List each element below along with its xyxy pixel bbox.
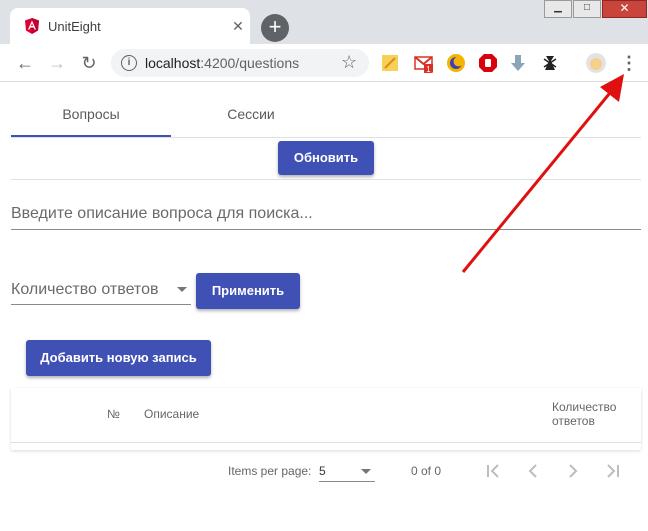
paginator: Items per page: 5 0 of 0 [11,452,641,492]
angular-icon [25,18,39,34]
tab-close-icon[interactable]: ✕ [230,18,246,34]
info-icon[interactable]: i [121,55,137,71]
url-text[interactable]: localhost:4200/questions [145,55,299,71]
page-size-select[interactable]: 5 [319,460,375,482]
column-header-answers-line2: ответов [552,414,595,428]
minimize-button[interactable]: ▁ [544,0,572,18]
browser-titlebar: UnitEight ✕ + ▁ □ ✕ [0,0,648,44]
bookmark-star-icon[interactable]: ☆ [341,52,357,73]
column-header-number[interactable]: № [107,407,120,421]
back-icon[interactable]: ← [14,52,36,74]
chess-extension-icon[interactable] [540,53,560,73]
first-page-icon[interactable] [480,458,506,484]
next-page-icon[interactable] [560,458,586,484]
page-size-value: 5 [319,464,326,478]
items-per-page-label: Items per page: [228,464,312,478]
address-bar[interactable]: i localhost:4200/questions ☆ [111,49,369,77]
profile-avatar[interactable] [586,53,606,73]
browser-tab[interactable]: UnitEight ✕ [10,8,250,44]
last-page-icon[interactable] [600,458,626,484]
tab-title: UnitEight [48,19,101,34]
chevron-down-icon [177,287,187,292]
column-header-answers[interactable]: Количество ответов [552,400,616,428]
questions-table: № Описание Количество ответов [11,388,641,450]
header-divider [11,442,641,443]
chevron-down-icon [361,469,371,474]
divider [11,179,641,180]
reload-icon[interactable]: ↻ [78,52,100,74]
answers-count-select[interactable]: Количество ответов [11,277,191,305]
menu-kebab-icon[interactable]: ⋮ [620,53,638,73]
refresh-button[interactable]: Обновить [278,141,374,175]
tab-bar: Вопросы Сессии [11,94,641,138]
column-header-answers-line1: Количество [552,400,617,414]
search-input[interactable]: Введите описание вопроса для поиска... [11,200,641,230]
url-path: :4200/questions [200,55,300,71]
screenshot-root: UnitEight ✕ + ▁ □ ✕ ← → ↻ i localhost:42… [0,0,648,531]
apply-button[interactable]: Применить [196,273,300,309]
tab-questions[interactable]: Вопросы [11,94,171,137]
browser-toolbar: ← → ↻ i localhost:4200/questions ☆ 1 ⋮ [0,44,648,82]
moon-extension-icon[interactable] [446,53,466,73]
previous-page-icon[interactable] [520,458,546,484]
tab-sessions[interactable]: Сессии [171,94,331,137]
close-window-button[interactable]: ✕ [602,0,647,18]
forward-icon[interactable]: → [46,52,68,74]
add-record-button[interactable]: Добавить новую запись [26,340,211,376]
window-controls: ▁ □ ✕ [544,0,648,20]
url-host: localhost [145,55,201,71]
adblock-icon[interactable] [478,53,498,73]
gmail-extension-icon[interactable]: 1 [414,53,434,73]
svg-text:1: 1 [426,65,431,73]
download-icon[interactable] [508,53,528,73]
range-label: 0 of 0 [411,464,442,478]
new-tab-button[interactable]: + [261,14,289,42]
answers-count-placeholder: Количество ответов [11,281,159,298]
column-header-description[interactable]: Описание [144,407,199,421]
notes-extension-icon[interactable] [380,53,400,73]
maximize-button[interactable]: □ [573,0,601,18]
